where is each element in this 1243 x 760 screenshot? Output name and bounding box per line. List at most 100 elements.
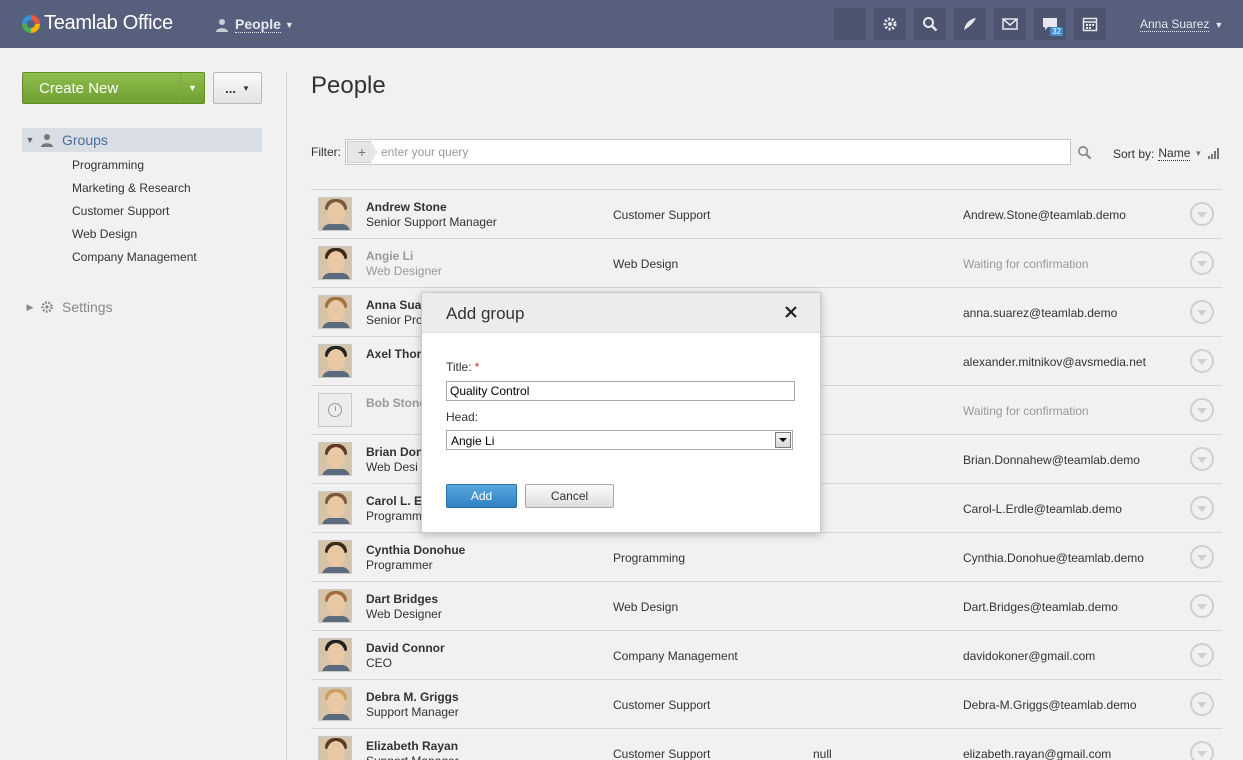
row-actions-icon[interactable] bbox=[1190, 349, 1214, 373]
row-actions-icon[interactable] bbox=[1190, 398, 1214, 422]
add-button[interactable]: Add bbox=[446, 484, 517, 508]
chat-button[interactable]: 32 bbox=[1034, 8, 1066, 40]
person-email[interactable]: davidokoner@gmail.com bbox=[963, 649, 1095, 663]
group-title-input[interactable] bbox=[446, 381, 795, 401]
person-name[interactable]: Brian Don bbox=[366, 445, 423, 459]
table-row[interactable]: Andrew Stone Senior Support Manager Custom… bbox=[311, 189, 1222, 238]
mail-button[interactable] bbox=[994, 8, 1026, 40]
avatar[interactable] bbox=[318, 736, 352, 760]
sort-order-icon[interactable] bbox=[1208, 148, 1220, 159]
logo[interactable]: Teamlab Office bbox=[22, 12, 173, 35]
person-name[interactable]: Elizabeth Rayan bbox=[366, 739, 458, 753]
avatar-face bbox=[327, 447, 345, 469]
person-department[interactable]: Customer Support bbox=[613, 208, 710, 222]
sidebar-item-group[interactable]: Company Management bbox=[72, 250, 197, 264]
row-actions-icon[interactable] bbox=[1190, 692, 1214, 716]
person-name[interactable]: Dart Bridges bbox=[366, 592, 438, 606]
top-navigation-bar: Teamlab Office People ▼ 32 Anna Suarez ▼ bbox=[0, 0, 1243, 48]
person-email[interactable]: anna.suarez@teamlab.demo bbox=[963, 306, 1117, 320]
chevron-down-icon[interactable]: ▼ bbox=[180, 73, 204, 103]
person-email[interactable]: Brian.Donnahew@teamlab.demo bbox=[963, 453, 1140, 467]
table-row[interactable]: Angie Li Web Designer Web Design Waiting fo… bbox=[311, 238, 1222, 287]
person-name[interactable]: Andrew Stone bbox=[366, 200, 447, 214]
table-row[interactable]: Cynthia Donohue Programmer Programming Cynt… bbox=[311, 532, 1222, 581]
search-icon[interactable] bbox=[1077, 145, 1092, 160]
add-group-dialog: Add group Title:* Head: Angie Li Add Can… bbox=[421, 292, 821, 533]
person-department[interactable]: Programming bbox=[613, 551, 685, 565]
person-email[interactable]: Waiting for confirmation bbox=[963, 257, 1089, 271]
blank-toolbar-button[interactable] bbox=[834, 8, 866, 40]
person-department[interactable]: Company Management bbox=[613, 649, 738, 663]
expand-triangle-icon[interactable]: ▼ bbox=[22, 135, 38, 145]
settings-button[interactable] bbox=[874, 8, 906, 40]
person-email[interactable]: elizabeth.rayan@gmail.com bbox=[963, 747, 1111, 760]
avatar[interactable] bbox=[318, 589, 352, 623]
person-name[interactable]: Axel Thorn bbox=[366, 347, 429, 361]
row-actions-icon[interactable] bbox=[1190, 741, 1214, 760]
avatar[interactable] bbox=[318, 246, 352, 280]
avatar[interactable] bbox=[318, 295, 352, 329]
avatar[interactable] bbox=[318, 687, 352, 721]
person-name[interactable]: Anna Suar bbox=[366, 298, 426, 312]
sidebar-item-group[interactable]: Programming bbox=[72, 158, 144, 172]
filter-input[interactable] bbox=[381, 145, 981, 159]
expand-triangle-icon[interactable]: ▶ bbox=[22, 302, 38, 313]
row-actions-icon[interactable] bbox=[1190, 202, 1214, 226]
sidebar-settings[interactable]: ▶ Settings bbox=[22, 299, 113, 315]
create-new-button[interactable]: Create New ▼ bbox=[22, 72, 205, 104]
avatar[interactable] bbox=[318, 491, 352, 525]
row-actions-icon[interactable] bbox=[1190, 300, 1214, 324]
person-email[interactable]: Debra-M.Griggs@teamlab.demo bbox=[963, 698, 1137, 712]
person-email[interactable]: Waiting for confirmation bbox=[963, 404, 1089, 418]
row-actions-icon[interactable] bbox=[1190, 545, 1214, 569]
person-email[interactable]: Carol-L.Erdle@teamlab.demo bbox=[963, 502, 1122, 516]
person-department[interactable]: Customer Support bbox=[613, 698, 710, 712]
sidebar-item-group[interactable]: Web Design bbox=[72, 227, 137, 241]
person-name[interactable]: Angie Li bbox=[366, 249, 413, 263]
table-row[interactable]: Dart Bridges Web Designer Web Design Dart.B… bbox=[311, 581, 1222, 630]
calendar-button[interactable] bbox=[1074, 8, 1106, 40]
row-actions-icon[interactable] bbox=[1190, 251, 1214, 275]
table-row[interactable]: David Connor CEO Company Management davidok… bbox=[311, 630, 1222, 679]
add-filter-button[interactable]: + bbox=[347, 141, 377, 163]
person-name[interactable]: Cynthia Donohue bbox=[366, 543, 465, 557]
sort-field-select[interactable]: Name bbox=[1158, 146, 1191, 161]
avatar-body bbox=[322, 322, 350, 328]
person-email[interactable]: alexander.mitnikov@avsmedia.net bbox=[963, 355, 1146, 369]
avatar[interactable] bbox=[318, 197, 352, 231]
person-department[interactable]: Customer Support bbox=[613, 747, 710, 760]
row-actions-icon[interactable] bbox=[1190, 643, 1214, 667]
row-actions-icon[interactable] bbox=[1190, 496, 1214, 520]
dropdown-arrow-icon[interactable] bbox=[775, 432, 791, 448]
person-name[interactable]: David Connor bbox=[366, 641, 445, 655]
avatar[interactable] bbox=[318, 442, 352, 476]
module-switcher[interactable]: People ▼ bbox=[215, 16, 294, 33]
sidebar-item-group[interactable]: Customer Support bbox=[72, 204, 169, 218]
sidebar-groups-header[interactable]: ▼ Groups bbox=[22, 128, 262, 152]
search-button[interactable] bbox=[914, 8, 946, 40]
table-row[interactable]: Elizabeth RayanSupport Manager Customer S… bbox=[311, 728, 1222, 760]
avatar[interactable] bbox=[318, 638, 352, 672]
person-email[interactable]: Dart.Bridges@teamlab.demo bbox=[963, 600, 1118, 614]
row-actions-icon[interactable] bbox=[1190, 447, 1214, 471]
more-actions-button[interactable]: ... ▼ bbox=[213, 72, 262, 104]
chevron-down-icon[interactable]: ▼ bbox=[1194, 149, 1202, 158]
person-name[interactable]: Debra M. Griggs bbox=[366, 690, 459, 704]
person-department[interactable]: Web Design bbox=[613, 600, 678, 614]
person-email[interactable]: Cynthia.Donohue@teamlab.demo bbox=[963, 551, 1144, 565]
user-menu[interactable]: Anna Suarez ▼ bbox=[1140, 17, 1223, 32]
avatar[interactable] bbox=[318, 344, 352, 378]
feed-button[interactable] bbox=[954, 8, 986, 40]
group-head-select[interactable]: Angie Li bbox=[446, 430, 793, 450]
person-name[interactable]: Bob Stone bbox=[366, 396, 426, 410]
avatar[interactable] bbox=[318, 393, 352, 427]
avatar[interactable] bbox=[318, 540, 352, 574]
table-row[interactable]: Debra M. Griggs Support Manager Customer S… bbox=[311, 679, 1222, 728]
person-department[interactable]: Web Design bbox=[613, 257, 678, 271]
row-actions-icon[interactable] bbox=[1190, 594, 1214, 618]
person-email[interactable]: Andrew.Stone@teamlab.demo bbox=[963, 208, 1126, 222]
person-name[interactable]: Carol L. Er bbox=[366, 494, 427, 508]
close-icon[interactable] bbox=[783, 304, 799, 320]
sidebar-item-group[interactable]: Marketing & Research bbox=[72, 181, 191, 195]
cancel-button[interactable]: Cancel bbox=[525, 484, 614, 508]
